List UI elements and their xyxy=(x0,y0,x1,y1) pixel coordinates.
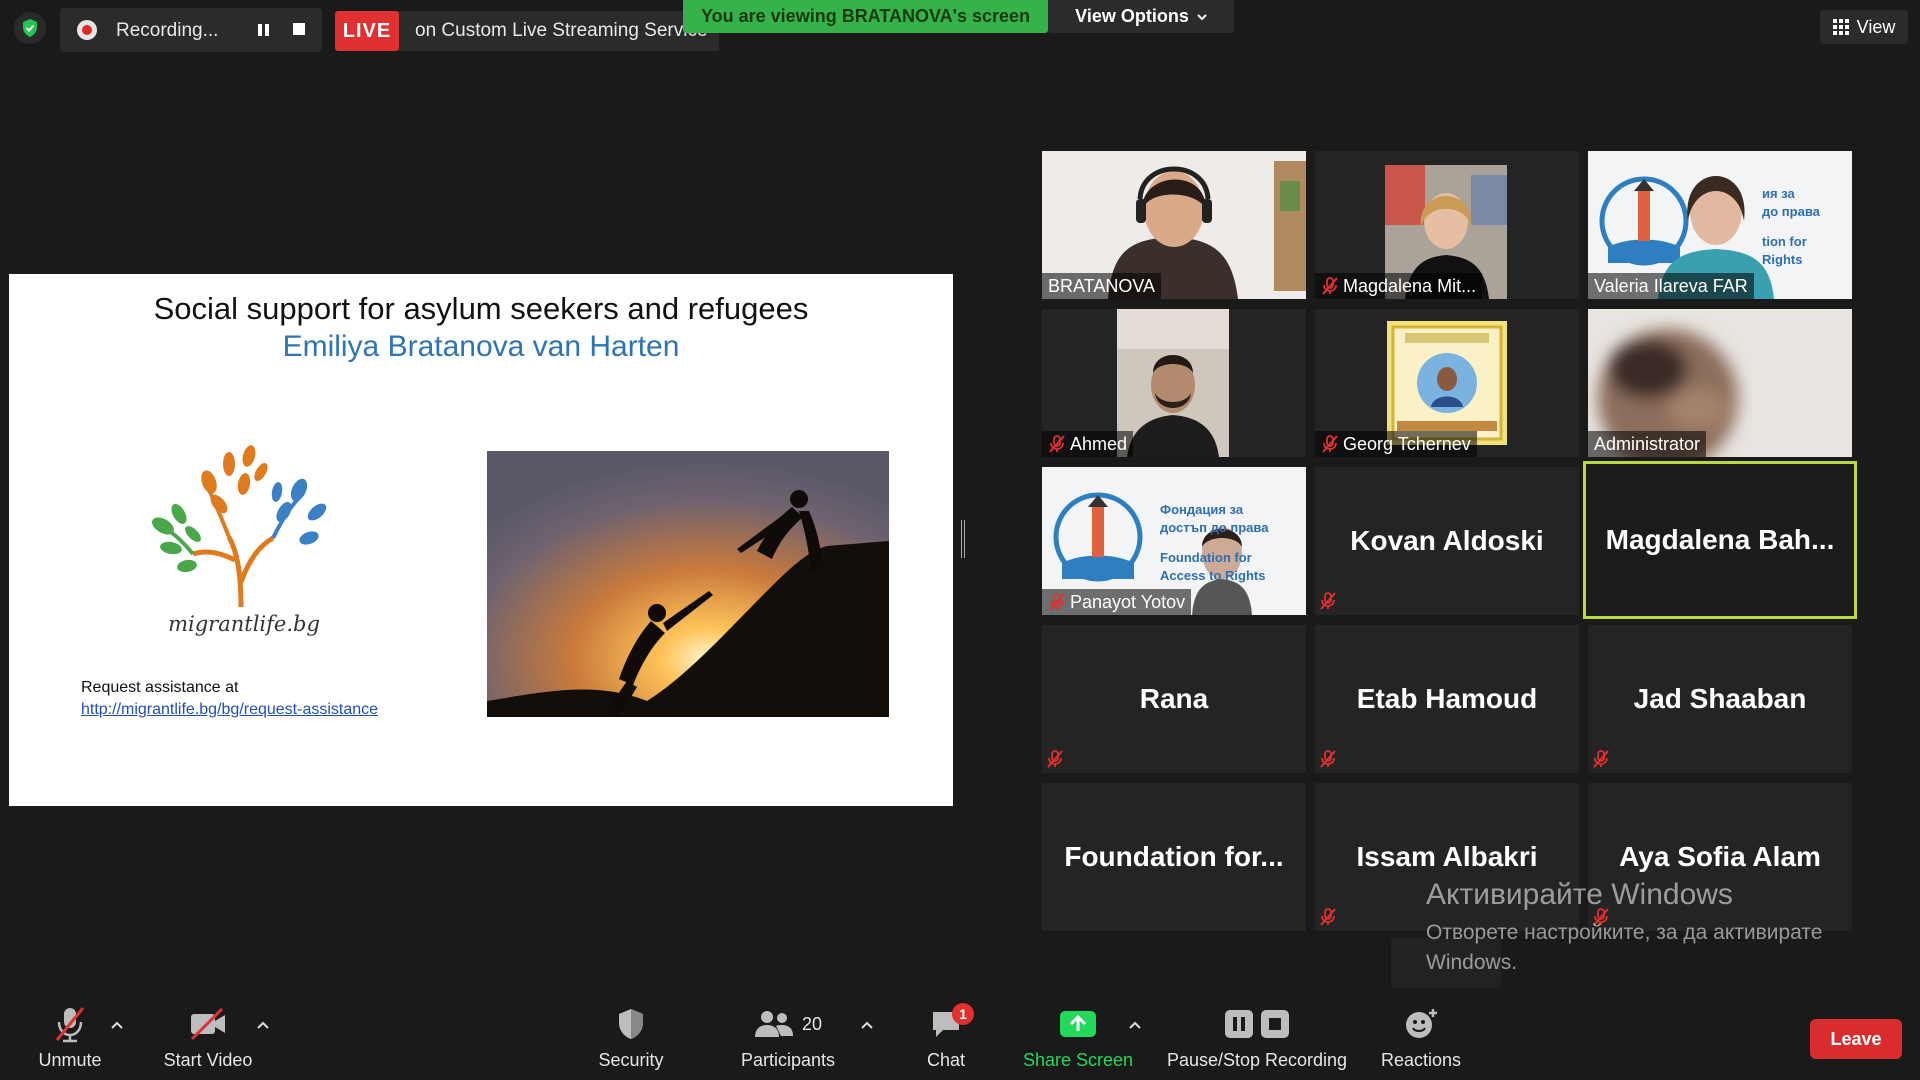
view-layout-button[interactable]: View xyxy=(1820,10,1908,44)
participant-name: Magdalena Bah... xyxy=(1605,524,1835,555)
security-button[interactable]: Security xyxy=(588,1004,674,1080)
live-badge[interactable]: LIVE xyxy=(335,11,399,51)
windows-activation-title: Активирайте Windows xyxy=(1426,878,1733,911)
view-label: View xyxy=(1856,16,1896,37)
participant-name: Panayot Yotov xyxy=(1042,589,1192,615)
slide-title: Social support for asylum seekers and re… xyxy=(153,291,809,326)
foundation-logo-text: ия за до права tion for Rights xyxy=(1762,186,1820,267)
name-tile-foundation-for[interactable]: Foundation for... xyxy=(1042,783,1306,931)
recording-indicator: Recording... xyxy=(60,8,322,52)
chevron-down-icon xyxy=(1197,13,1207,20)
participant-name: Aya Sofia Alam xyxy=(1619,841,1821,872)
pause-icon xyxy=(1225,1010,1253,1038)
viewing-screen-banner: You are viewing BRATANOVA's screen xyxy=(683,0,1048,33)
participant-video xyxy=(1117,309,1229,457)
shared-screen-slide: Social support for asylum seekers and re… xyxy=(9,274,953,806)
participants-label: Participants xyxy=(740,1050,836,1070)
view-options-label: View Options xyxy=(1075,6,1189,26)
reactions-label: Reactions xyxy=(1380,1050,1462,1070)
reactions-button[interactable]: Reactions xyxy=(1376,1004,1466,1080)
video-tile-valeria-ilareva[interactable]: ия за до права tion for Rights Valeria I… xyxy=(1588,151,1852,299)
video-tile-bratanova[interactable]: BRATANOVA xyxy=(1042,151,1306,299)
security-shield-icon xyxy=(619,1009,643,1039)
participants-icon xyxy=(754,1011,793,1037)
microphone-muted-icon xyxy=(1322,435,1338,453)
microphone-muted-icon xyxy=(1320,908,1336,926)
participant-name: Etab Hamoud xyxy=(1356,683,1538,714)
logo-text: migrantlife.bg xyxy=(168,612,320,636)
chat-label: Chat xyxy=(926,1050,966,1070)
video-tile-administrator[interactable]: Administrator xyxy=(1588,309,1852,457)
slide-subtitle: Emiliya Bratanova van Harten xyxy=(282,330,680,363)
participant-name: Ahmed xyxy=(1042,431,1134,457)
live-stream-service[interactable]: on Custom Live Streaming Service xyxy=(399,11,719,51)
microphone-muted-icon xyxy=(1322,277,1338,295)
zoom-meeting-window: Recording... LIVE on Custom Live Streami… xyxy=(0,0,1920,1080)
audio-options-chevron-icon[interactable] xyxy=(110,1018,124,1032)
start-video-button[interactable]: Start Video xyxy=(156,1004,260,1080)
participant-name: Administrator xyxy=(1588,431,1707,457)
participant-name: BRATANOVA xyxy=(1042,273,1162,299)
pause-recording-icon[interactable] xyxy=(252,19,276,41)
name-tile-rana[interactable]: Rana xyxy=(1042,625,1306,773)
helping-hand-photo xyxy=(487,451,889,717)
unmute-label: Unmute xyxy=(38,1050,102,1070)
leave-meeting-button[interactable]: Leave xyxy=(1810,1019,1902,1059)
name-tile-jad-shaaban[interactable]: Jad Shaaban xyxy=(1588,625,1852,773)
share-screen-button[interactable]: Share Screen xyxy=(1022,1004,1134,1080)
pause-stop-recording-button[interactable]: Pause/Stop Recording xyxy=(1164,1004,1350,1080)
microphone-muted-icon xyxy=(1049,593,1065,611)
pause-stop-recording-label: Pause/Stop Recording xyxy=(1166,1050,1348,1070)
start-video-label: Start Video xyxy=(163,1050,253,1070)
grid-icon xyxy=(1832,19,1849,35)
participant-name: Jad Shaaban xyxy=(1633,683,1807,714)
name-tile-etab-hamoud[interactable]: Etab Hamoud xyxy=(1315,625,1579,773)
share-options-chevron-icon[interactable] xyxy=(1128,1018,1142,1032)
chat-unread-badge: 1 xyxy=(952,1003,974,1025)
participant-name: Kovan Aldoski xyxy=(1350,525,1544,556)
name-tile-kovan-aldoski[interactable]: Kovan Aldoski xyxy=(1315,467,1579,615)
microphone-muted-icon xyxy=(1047,750,1063,768)
participant-name: Valeria Ilareva FAR xyxy=(1588,273,1754,299)
microphone-muted-icon xyxy=(1593,750,1609,768)
foundation-logo-text: Фондация за достъп до права Foundation f… xyxy=(1160,502,1269,583)
video-options-chevron-icon[interactable] xyxy=(256,1018,270,1032)
recording-dot-icon xyxy=(77,20,97,40)
participant-name: Georg Tchernev xyxy=(1315,431,1477,457)
participant-name: Rana xyxy=(1139,683,1209,714)
stop-recording-icon[interactable] xyxy=(293,23,305,35)
request-assistance-label: Request assistance at xyxy=(81,679,239,696)
participants-options-chevron-icon[interactable] xyxy=(860,1018,874,1032)
participant-name: Foundation for... xyxy=(1064,841,1284,872)
participant-video xyxy=(1387,321,1507,445)
windows-activation-text: Отворете настройките, за да активирате W… xyxy=(1426,921,1823,974)
name-tile-magdalena-bah-active-speaker[interactable]: Magdalena Bah... xyxy=(1583,461,1857,619)
recording-label: Recording... xyxy=(116,20,219,41)
video-tile-ahmed[interactable]: Ahmed xyxy=(1042,309,1306,457)
security-label: Security xyxy=(598,1050,664,1070)
share-screen-arrow-icon xyxy=(1060,1011,1096,1037)
share-screen-label: Share Screen xyxy=(1022,1050,1134,1070)
participant-name: Issam Albakri xyxy=(1356,841,1538,872)
video-tile-magdalena-mit[interactable]: Magdalena Mit... xyxy=(1315,151,1579,299)
participant-name: Magdalena Mit... xyxy=(1315,273,1483,299)
video-tile-georg-tchernev[interactable]: Georg Tchernev xyxy=(1315,309,1579,457)
microphone-muted-icon xyxy=(1320,592,1336,610)
split-view-resize-handle[interactable] xyxy=(961,520,965,558)
reactions-smiley-icon xyxy=(1406,1009,1437,1038)
stop-icon xyxy=(1261,1010,1289,1038)
view-options-button[interactable]: View Options xyxy=(1048,0,1234,33)
request-assistance-link[interactable]: http://migrantlife.bg/bg/request-assista… xyxy=(81,701,378,719)
participants-button[interactable]: 20 Participants xyxy=(736,1004,840,1080)
microphone-muted-icon xyxy=(1049,435,1065,453)
tree-logo-icon xyxy=(152,445,327,608)
video-tile-panayot-yotov[interactable]: Фондация за достъп до права Foundation f… xyxy=(1042,467,1306,615)
microphone-muted-icon xyxy=(55,1007,85,1043)
participants-count: 20 xyxy=(801,1013,823,1034)
unmute-button[interactable]: Unmute xyxy=(28,1004,112,1080)
video-camera-off-icon xyxy=(190,1007,225,1041)
microphone-muted-icon xyxy=(1320,750,1336,768)
encryption-shield-icon[interactable] xyxy=(14,12,46,44)
